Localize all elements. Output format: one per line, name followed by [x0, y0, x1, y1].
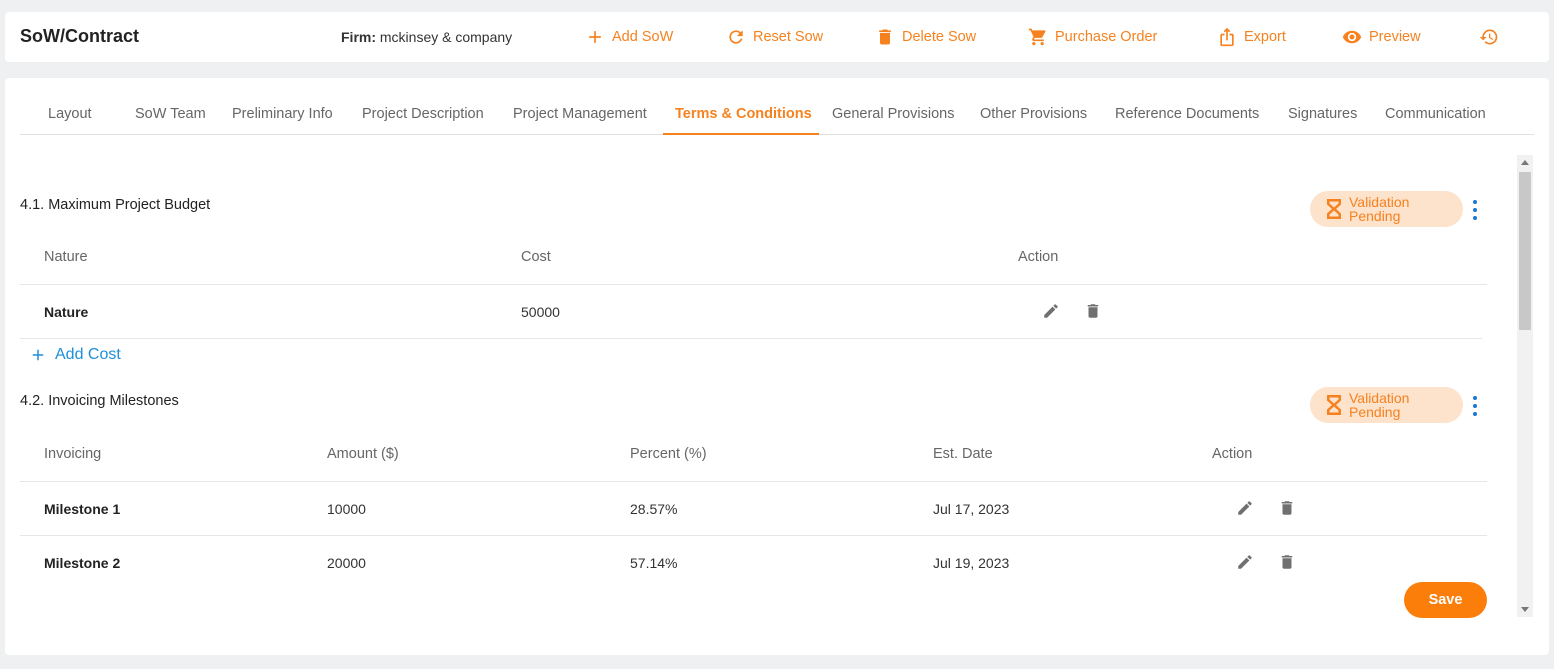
date-cell: Jul 17, 2023	[933, 501, 1010, 517]
reset-sow-button[interactable]: Reset Sow	[726, 25, 823, 49]
add-sow-label: Add SoW	[612, 29, 674, 45]
firm-value: mckinsey & company	[379, 29, 513, 45]
tab-signatures[interactable]: Signatures	[1288, 106, 1357, 122]
add-sow-button[interactable]: Add SoW	[585, 25, 673, 49]
column-header: Cost	[521, 249, 551, 265]
refresh-icon	[729, 30, 743, 44]
column-header: Est. Date	[933, 446, 993, 462]
save-button[interactable]: Save	[1404, 582, 1487, 618]
budget-more-menu-icon[interactable]	[1470, 200, 1480, 220]
firm-info: Firm: mckinsey & company	[341, 29, 512, 45]
reset-sow-label: Reset Sow	[753, 29, 824, 45]
tab-preliminary-info[interactable]: Preliminary Info	[232, 106, 333, 122]
milestones-status-text: Validation Pending	[1349, 390, 1410, 420]
budget-status-badge: Validation Pending	[1310, 191, 1463, 227]
delete-sow-button[interactable]: Delete Sow	[875, 25, 976, 49]
budget-status-text: Validation Pending	[1349, 194, 1410, 224]
plus-icon	[32, 349, 44, 361]
hourglass-icon	[1327, 199, 1341, 219]
milestones-section-title: 4.2. Invoicing Milestones	[20, 393, 179, 409]
table-row: Nature 50000	[20, 284, 1487, 338]
milestones-more-menu-icon[interactable]	[1470, 396, 1480, 416]
percent-cell: 28.57%	[630, 501, 678, 517]
history-button[interactable]	[1479, 25, 1499, 49]
vertical-scrollbar[interactable]	[1517, 155, 1533, 617]
tab-communication[interactable]: Communication	[1385, 106, 1486, 122]
trash-icon	[879, 29, 891, 45]
cart-icon	[1028, 28, 1046, 46]
export-label: Export	[1244, 29, 1286, 45]
delete-icon[interactable]	[1278, 553, 1296, 571]
percent-cell: 57.14%	[630, 555, 678, 571]
column-header: Nature	[44, 249, 88, 265]
date-cell: Jul 19, 2023	[933, 555, 1010, 571]
cost-cell: 50000	[521, 304, 560, 320]
hourglass-icon	[1327, 395, 1341, 415]
history-icon	[1479, 29, 1498, 45]
purchase-order-button[interactable]: Purchase Order	[1028, 25, 1157, 49]
milestones-status-badge: Validation Pending	[1310, 387, 1463, 423]
table-row: Milestone 2 20000 57.14% Jul 19, 2023	[20, 535, 1487, 589]
column-header: Invoicing	[44, 446, 102, 462]
tab-sow-team[interactable]: SoW Team	[135, 106, 206, 122]
tab-terms-conditions[interactable]: Terms & Conditions	[675, 106, 812, 122]
nature-cell: Nature	[44, 304, 89, 320]
amount-cell: 20000	[327, 555, 366, 571]
table-row: Milestone 1 10000 28.57% Jul 17, 2023	[20, 481, 1487, 535]
column-header: Percent (%)	[630, 446, 707, 462]
scroll-down-arrow[interactable]	[1521, 607, 1529, 612]
scroll-up-arrow[interactable]	[1521, 160, 1529, 165]
column-header: Action	[1018, 249, 1059, 265]
eye-icon	[1342, 30, 1362, 44]
add-cost-button[interactable]: Add Cost	[29, 346, 121, 364]
export-button[interactable]: Export	[1217, 25, 1286, 49]
column-header: Amount ($)	[327, 446, 399, 462]
main-panel: Layout SoW Team Preliminary Info Project…	[5, 78, 1549, 655]
edit-icon[interactable]	[1236, 553, 1254, 571]
delete-sow-label: Delete Sow	[902, 29, 977, 45]
budget-section-title: 4.1. Maximum Project Budget	[20, 197, 211, 213]
tab-general-provisions[interactable]: General Provisions	[832, 106, 955, 122]
page-title: SoW/Contract	[20, 26, 139, 46]
tab-project-description[interactable]: Project Description	[362, 106, 484, 122]
preview-label: Preview	[1369, 29, 1421, 45]
tab-other-provisions[interactable]: Other Provisions	[980, 106, 1087, 122]
divider	[20, 338, 1482, 339]
export-icon	[1220, 27, 1234, 47]
column-header: Action	[1212, 446, 1253, 462]
milestone-name-cell: Milestone 1	[44, 501, 121, 517]
purchase-order-label: Purchase Order	[1055, 29, 1158, 45]
plus-icon	[589, 31, 601, 43]
amount-cell: 10000	[327, 501, 366, 517]
scrollbar-thumb[interactable]	[1519, 172, 1531, 330]
tab-bar: Layout SoW Team Preliminary Info Project…	[20, 96, 1534, 135]
tab-layout[interactable]: Layout	[48, 106, 92, 122]
edit-icon[interactable]	[1236, 499, 1254, 517]
delete-icon[interactable]	[1278, 499, 1296, 517]
tab-reference-documents[interactable]: Reference Documents	[1115, 106, 1259, 122]
edit-icon[interactable]	[1042, 302, 1060, 320]
firm-label: Firm:	[341, 29, 376, 45]
top-bar: SoW/Contract Firm: mckinsey & company Ad…	[5, 12, 1549, 62]
milestone-name-cell: Milestone 2	[44, 555, 121, 571]
tab-project-management[interactable]: Project Management	[513, 106, 647, 122]
delete-icon[interactable]	[1084, 302, 1102, 320]
preview-button[interactable]: Preview	[1342, 25, 1421, 49]
add-cost-label: Add Cost	[55, 346, 121, 363]
active-tab-indicator	[663, 133, 819, 135]
